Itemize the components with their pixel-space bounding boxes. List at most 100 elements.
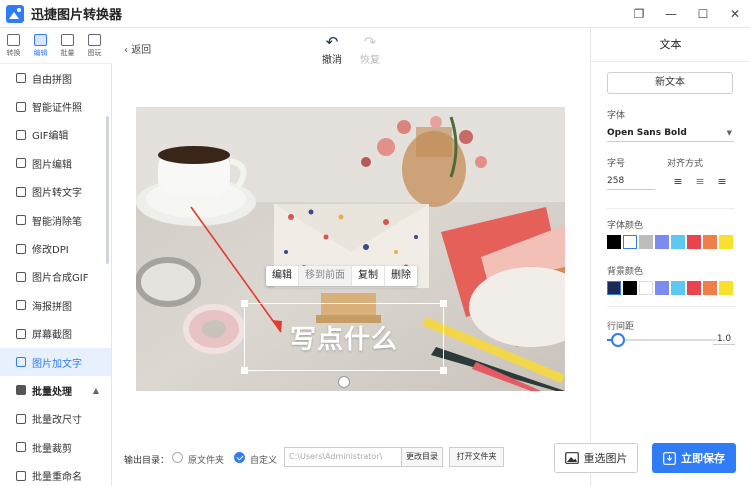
tab-gallery[interactable]: 图玩	[81, 28, 108, 64]
sidebar-scrollbar[interactable]	[106, 116, 109, 264]
poster-icon	[16, 300, 26, 311]
output-path-field[interactable]: C:\Users\Administrator\	[284, 447, 402, 467]
size-label: 字号	[607, 159, 626, 169]
line-spacing-value[interactable]: 1.0	[713, 334, 735, 345]
font-color-swatch[interactable]	[703, 235, 717, 249]
sidebar-item-label: 图片转文字	[32, 188, 82, 200]
rename-icon	[16, 470, 26, 481]
maximize-icon[interactable]: ☐	[696, 7, 710, 21]
font-color-swatch[interactable]	[719, 235, 733, 249]
sidebar-item-batch-resize[interactable]: 批量改尺寸	[0, 405, 111, 433]
app-logo-icon	[6, 4, 24, 23]
bg-color-swatch[interactable]	[639, 281, 653, 295]
tab-batch[interactable]: 批量	[54, 28, 81, 64]
reselect-image-button[interactable]: 重选图片	[554, 443, 638, 473]
back-label: 返回	[131, 45, 152, 56]
sidebar-item-batch-crop[interactable]: 批量裁剪	[0, 433, 111, 461]
sidebar-item-gif-edit[interactable]: GIF编辑	[0, 121, 111, 149]
crop-icon	[16, 442, 26, 453]
sidebar-item-screenshot[interactable]: 屏幕截图	[0, 320, 111, 348]
font-color-swatch[interactable]	[639, 235, 653, 249]
overlay-text[interactable]: 写点什么	[290, 319, 398, 356]
bg-color-swatch[interactable]	[719, 281, 733, 295]
bg-color-swatch[interactable]	[607, 281, 621, 295]
copy-button[interactable]: 复制	[352, 266, 385, 286]
resize-handle-bottom-right[interactable]	[440, 367, 447, 374]
divider	[607, 306, 735, 307]
undo-button[interactable]: ↶ 撤消	[317, 33, 347, 67]
sidebar-item-batch-rename[interactable]: 批量重命名	[0, 461, 111, 486]
font-label: 字体	[607, 111, 626, 121]
font-color-swatch[interactable]	[671, 235, 685, 249]
bg-color-swatch[interactable]	[687, 281, 701, 295]
sidebar-item-poster[interactable]: 海报拼图	[0, 291, 111, 319]
bring-front-button[interactable]: 移到前面	[299, 266, 352, 286]
resize-handle-top-left[interactable]	[241, 300, 248, 307]
bg-color-swatch[interactable]	[703, 281, 717, 295]
font-color-swatch[interactable]	[655, 235, 669, 249]
open-folder-button[interactable]: 打开文件夹	[449, 447, 504, 467]
batch-icon	[61, 34, 74, 46]
redo-button[interactable]: ↷ 恢复	[355, 34, 385, 67]
divider	[607, 208, 735, 209]
tab-label: 转换	[6, 49, 21, 57]
font-color-swatch[interactable]	[687, 235, 701, 249]
back-button[interactable]: ‹ 返回	[124, 41, 151, 56]
font-color-swatch[interactable]	[607, 235, 621, 249]
sidebar-group-batch[interactable]: 批量处理 ▲	[0, 376, 111, 404]
sidebar-item-eraser[interactable]: 智能消除笔	[0, 206, 111, 234]
ocr-icon	[16, 186, 26, 197]
edit-text-button[interactable]: 编辑	[266, 266, 299, 286]
chevron-down-icon: ▼	[726, 129, 732, 137]
sidebar-item-label: 图片编辑	[32, 159, 72, 171]
chevron-left-icon: ‹	[124, 45, 128, 56]
sidebar-group-label: 批量处理	[32, 386, 72, 398]
tab-label: 批量	[60, 49, 75, 57]
bg-color-swatch[interactable]	[623, 281, 637, 295]
tab-label: 图玩	[87, 49, 102, 57]
sidebar-item-collage[interactable]: 自由拼图	[0, 64, 111, 92]
change-dir-button[interactable]: 更改目录	[401, 447, 443, 467]
save-now-button[interactable]: 立即保存	[652, 443, 736, 473]
sidebar-item-ocr[interactable]: 图片转文字	[0, 178, 111, 206]
dpi-icon	[16, 243, 26, 254]
edit-icon	[34, 34, 47, 46]
font-select[interactable]: Open Sans Bold ▼	[607, 124, 734, 142]
align-center-icon[interactable]: ≡	[693, 176, 707, 188]
minimize-icon[interactable]: —	[664, 7, 678, 21]
resize-handle-top-right[interactable]	[440, 300, 447, 307]
new-text-button[interactable]: 新文本	[607, 72, 733, 94]
delete-button[interactable]: 删除	[385, 266, 417, 286]
bg-color-swatch[interactable]	[655, 281, 669, 295]
sidebar-item-add-text[interactable]: 图片加文字	[0, 347, 111, 377]
tab-convert[interactable]: 转换	[0, 28, 27, 64]
close-icon[interactable]: ✕	[728, 7, 742, 21]
sidebar-item-gif-compose[interactable]: 图片合成GIF	[0, 263, 111, 291]
save-label: 立即保存	[681, 452, 725, 465]
custom-label[interactable]: 自定义	[250, 453, 277, 466]
text-box[interactable]: 写点什么	[241, 300, 447, 374]
resize-handle-bottom-left[interactable]	[241, 367, 248, 374]
screenshot-icon	[16, 328, 26, 339]
sidebar-item-image-edit[interactable]: 图片编辑	[0, 149, 111, 177]
font-color-swatch[interactable]	[623, 235, 637, 249]
tab-edit[interactable]: 编辑	[27, 28, 54, 64]
line-spacing-label: 行间距	[607, 322, 635, 332]
font-size-input[interactable]: 258	[607, 172, 655, 190]
id-photo-icon	[16, 101, 26, 112]
eraser-icon	[16, 215, 26, 226]
sidebar-item-id-photo[interactable]: 智能证件照	[0, 92, 111, 120]
original-folder-label[interactable]: 原文件夹	[188, 453, 224, 466]
sidebar-item-dpi[interactable]: 修改DPI	[0, 234, 111, 262]
align-left-icon[interactable]: ≡	[671, 176, 685, 188]
rotate-handle[interactable]	[338, 376, 350, 388]
gif-icon	[16, 129, 26, 140]
undo-icon: ↶	[325, 33, 339, 51]
align-right-icon[interactable]: ≡	[715, 176, 729, 188]
line-spacing-slider-handle[interactable]	[611, 333, 625, 347]
restore-icon[interactable]: ❐	[632, 7, 646, 21]
radio-original-folder[interactable]	[172, 452, 183, 463]
radio-custom[interactable]	[234, 452, 245, 463]
sidebar-item-label: 海报拼图	[32, 301, 72, 313]
bg-color-swatch[interactable]	[671, 281, 685, 295]
